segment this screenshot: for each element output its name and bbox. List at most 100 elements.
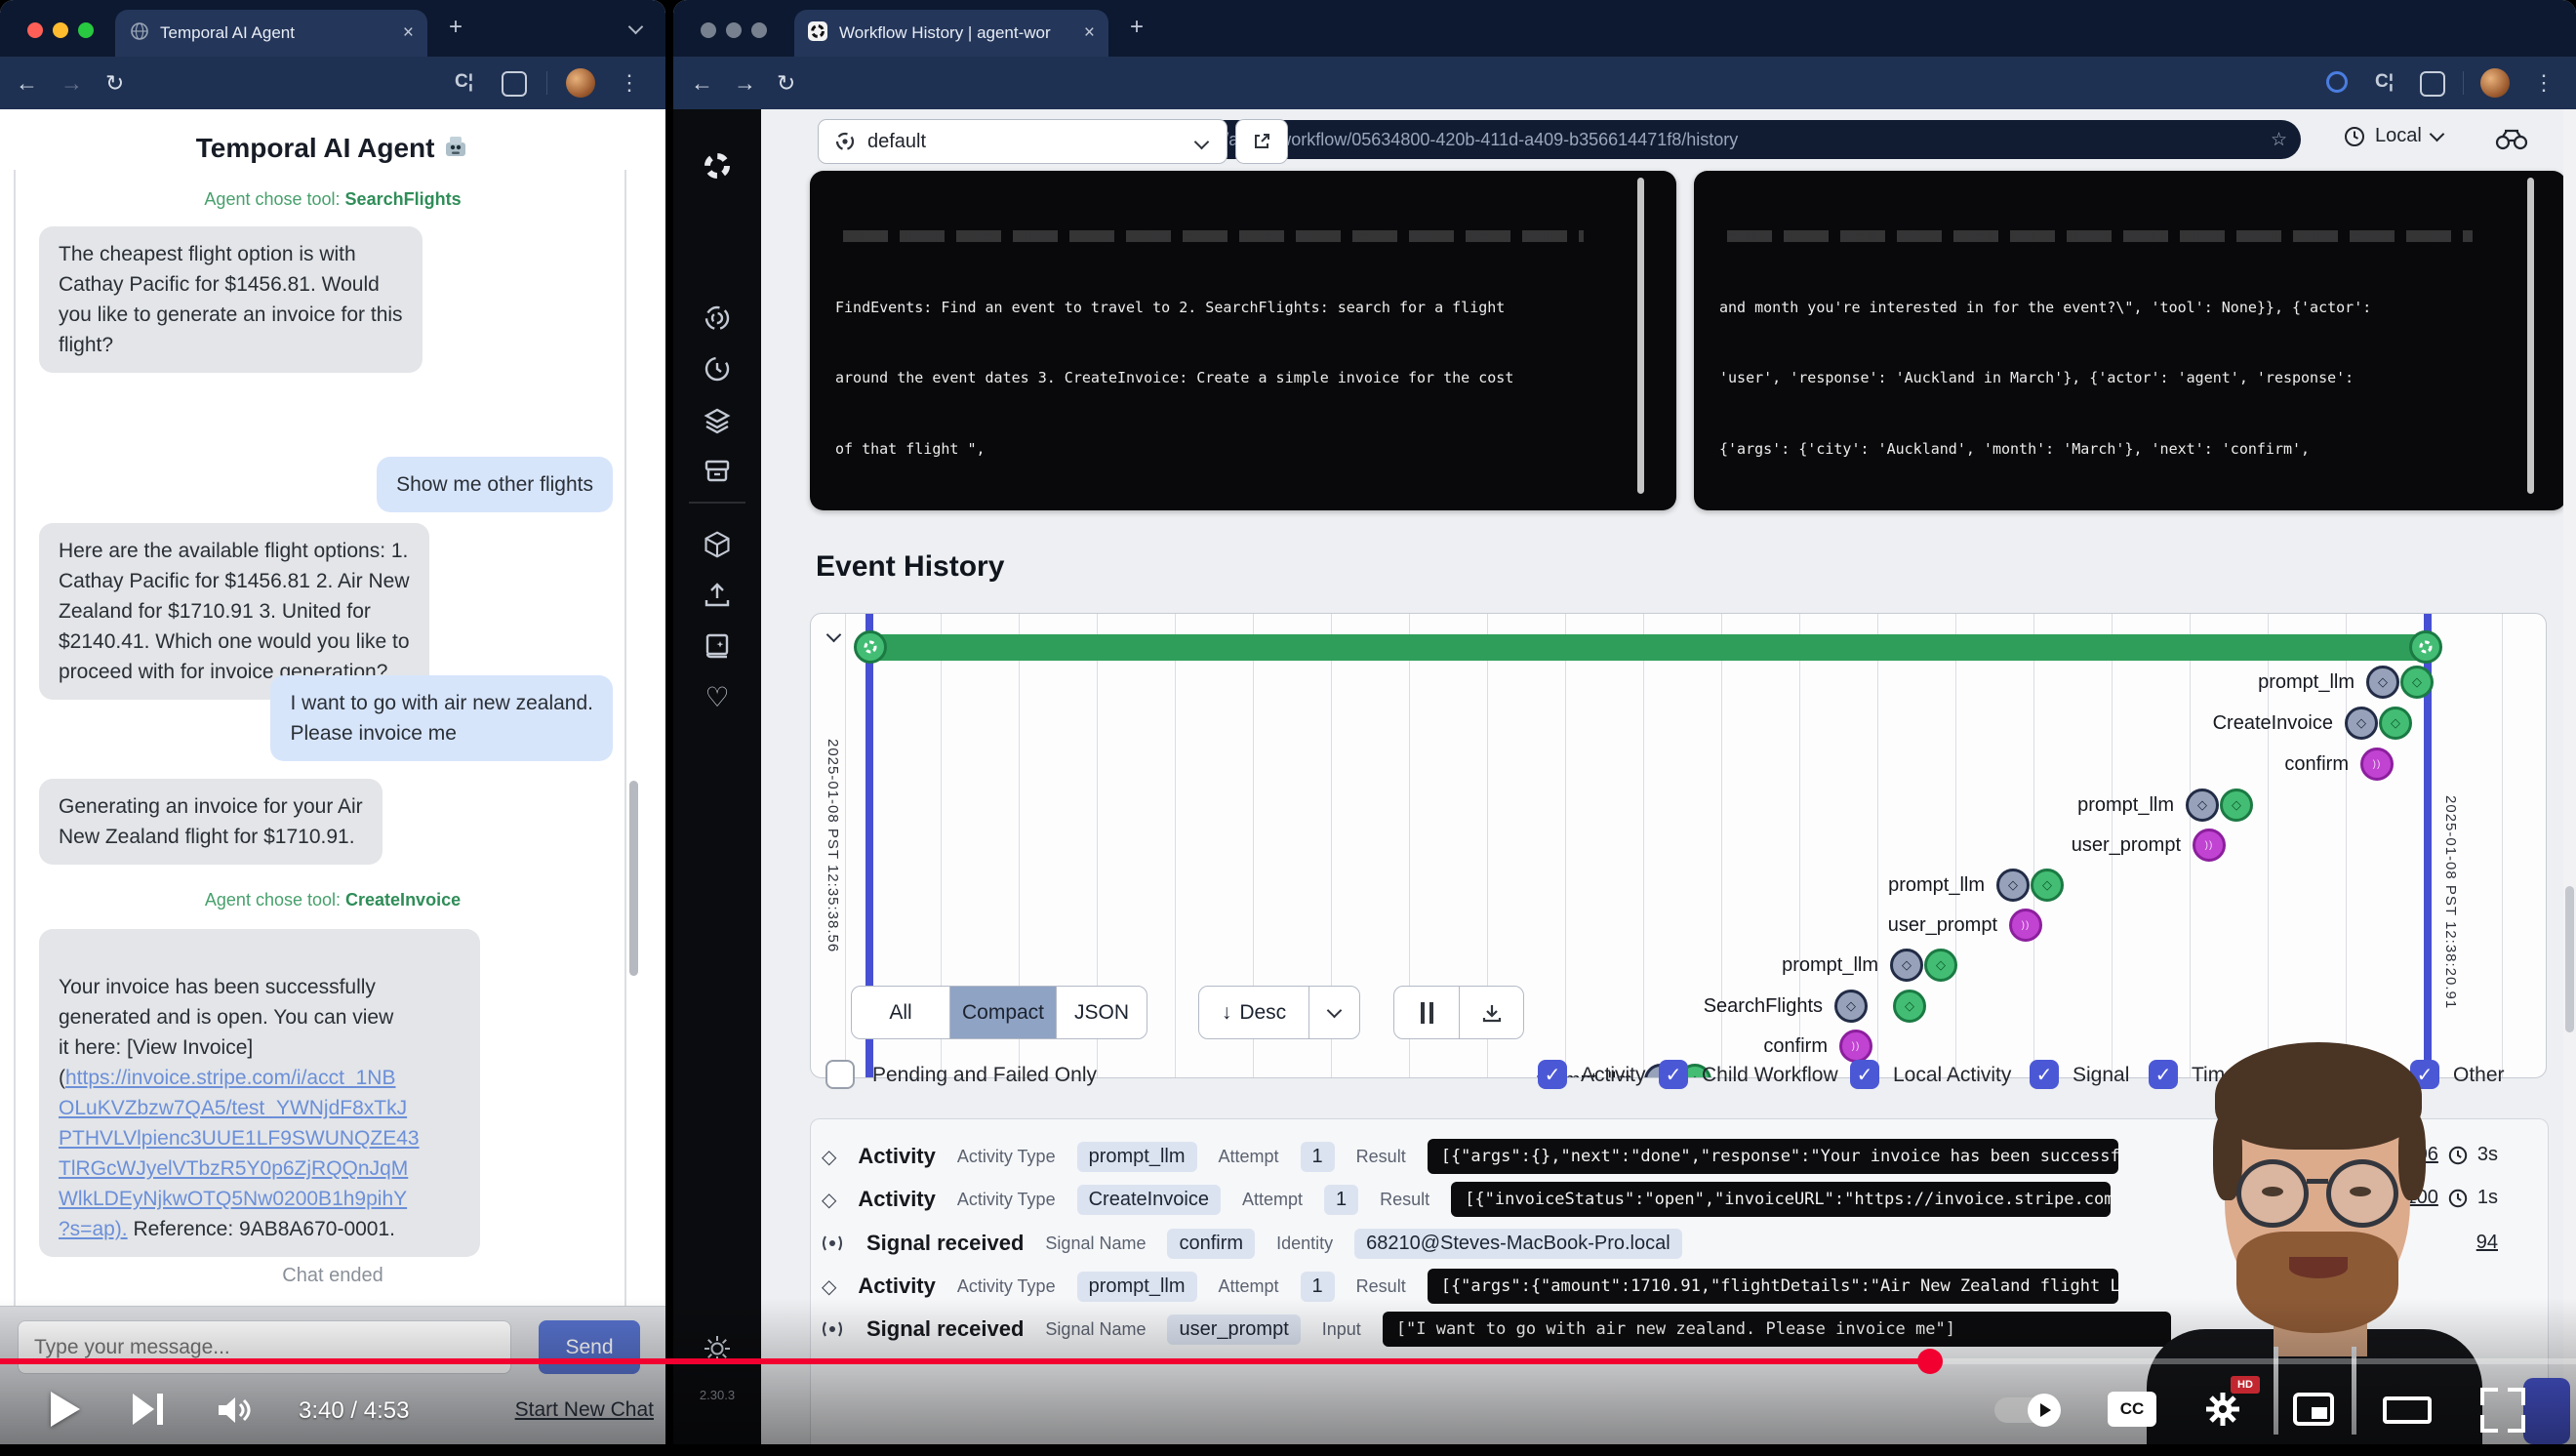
zoom-traffic-light[interactable] (78, 22, 94, 38)
bookmark-star-icon[interactable]: ☆ (2271, 129, 2287, 151)
timeline-event[interactable]: confirm)) (2284, 748, 2394, 781)
timeline-event[interactable]: SearchFlights◇◇ (1704, 990, 1926, 1023)
view-compact-button[interactable]: Compact (949, 987, 1057, 1038)
open-in-new-button[interactable] (1235, 119, 1288, 164)
presenter-eye (2350, 1187, 2371, 1196)
timezone-select[interactable]: Local (2344, 125, 2442, 147)
workflow-start-icon[interactable] (854, 630, 887, 664)
labs-book-icon[interactable] (700, 628, 735, 664)
password-extension-icon[interactable]: C¦ (455, 71, 473, 93)
tab-search-chevron-icon[interactable] (628, 20, 644, 35)
collapse-chevron-icon[interactable] (826, 627, 842, 643)
timeline-event[interactable]: user_prompt)) (2072, 829, 2226, 862)
forward-icon[interactable]: → (60, 70, 83, 97)
import-upload-icon[interactable] (700, 578, 735, 613)
invoice-link[interactable]: https://invoice.stripe.com/i/acct_1NB OL… (59, 1067, 420, 1240)
forward-icon[interactable]: → (734, 70, 756, 97)
page-scrollbar-thumb[interactable] (2565, 886, 2574, 1032)
namespaces-icon[interactable] (700, 301, 735, 336)
workflow-input-code-panel[interactable]: FindEvents: Find an event to travel to 2… (810, 171, 1676, 510)
data-encoder-binoculars-icon[interactable] (2494, 123, 2529, 157)
diamond-icon: ◇ (822, 1145, 836, 1169)
schedules-clock-icon[interactable] (700, 351, 735, 386)
reload-icon[interactable]: ↻ (777, 70, 795, 97)
chat-page: Temporal AI Agent Agent chose tool: Sear… (0, 109, 665, 1306)
event-row-activity[interactable]: ◇ Activity Activity Type prompt_llm Atte… (822, 1135, 2118, 1178)
view-all-button[interactable]: All (852, 987, 949, 1038)
volume-icon[interactable] (217, 1395, 252, 1430)
fullscreen-button[interactable] (2480, 1388, 2525, 1433)
reload-icon[interactable]: ↻ (105, 70, 124, 97)
sort-desc-button[interactable]: ↓Desc (1199, 987, 1308, 1038)
back-icon[interactable]: ← (691, 70, 713, 97)
namespace-select[interactable]: default (818, 119, 1228, 164)
event-row-signal[interactable]: Signal received Signal Name confirm Iden… (820, 1222, 1682, 1265)
theater-mode-button[interactable] (2383, 1396, 2432, 1424)
timeline-event[interactable]: CreateInvoice◇◇ (2213, 707, 2412, 740)
toolbar-divider (2463, 71, 2464, 95)
download-button[interactable] (1459, 987, 1523, 1038)
activity-completed-icon: ◇ (2379, 707, 2412, 740)
autoplay-toggle[interactable] (1994, 1397, 2059, 1423)
deployments-layers-icon[interactable] (700, 402, 735, 437)
captions-button[interactable]: CC (2108, 1392, 2156, 1427)
tab-workflow-history[interactable]: Workflow History | agent-wor × (794, 10, 1108, 57)
sort-options-chevron[interactable] (1308, 987, 1359, 1038)
password-extension-icon[interactable]: C¦ (2375, 71, 2394, 93)
pending-failed-checkbox[interactable] (825, 1060, 855, 1089)
tab-close-icon[interactable]: × (403, 22, 414, 44)
sidebar-divider (689, 502, 745, 504)
timeline-event[interactable]: prompt_llm◇◇ (1888, 869, 2064, 902)
miniplayer-button[interactable] (2293, 1393, 2334, 1426)
zoom-traffic-light[interactable] (751, 22, 767, 38)
new-tab-button[interactable]: + (1130, 14, 1144, 41)
extensions-icon[interactable] (2420, 71, 2445, 97)
minimize-traffic-light[interactable] (53, 22, 68, 38)
next-button[interactable] (133, 1394, 163, 1425)
filter-checkbox-local-activity[interactable]: ✓ (1850, 1060, 1879, 1089)
event-row-activity[interactable]: ◇ Activity Activity Type CreateInvoice A… (822, 1178, 2111, 1221)
filter-checkbox-child-workflow[interactable]: ✓ (1659, 1060, 1688, 1089)
batch-archive-icon[interactable] (700, 453, 735, 488)
back-icon[interactable]: ← (16, 70, 38, 97)
tab-temporal-ai-agent[interactable]: Temporal AI Agent × (115, 10, 427, 57)
browser-menu-kebab-icon[interactable]: ⋮ (619, 70, 640, 96)
activity-completed-icon: ◇ (2031, 869, 2064, 902)
chevron-down-icon (1194, 134, 1210, 149)
filter-checkbox-signal[interactable]: ✓ (2030, 1060, 2059, 1089)
new-tab-button[interactable]: + (449, 14, 463, 41)
time-display: 3:40 / 4:53 (299, 1397, 409, 1425)
workflow-result-code-panel[interactable]: and month you're interested in for the e… (1694, 171, 2566, 510)
extensions-icon[interactable] (502, 71, 527, 97)
feedback-heart-icon[interactable]: ♡ (700, 679, 735, 714)
browser-menu-kebab-icon[interactable]: ⋮ (2533, 70, 2555, 96)
timeline-event[interactable]: prompt_llm◇◇ (2077, 789, 2253, 822)
clock-icon (2344, 126, 2365, 147)
timeline-event[interactable]: confirm)) (1763, 1030, 1872, 1063)
namespace-icon (834, 131, 856, 152)
nexus-cube-icon[interactable] (700, 527, 735, 562)
profile-avatar[interactable] (566, 68, 595, 98)
close-traffic-light[interactable] (701, 22, 716, 38)
filter-checkbox-activity[interactable]: ✓ (1538, 1060, 1567, 1089)
profile-avatar[interactable] (2480, 68, 2510, 98)
onepassword-extension-icon[interactable] (2326, 71, 2348, 93)
settings-gear-icon[interactable] (2203, 1390, 2242, 1434)
code-panel-scrollbar[interactable] (1637, 178, 1644, 494)
temporal-logo-icon[interactable] (700, 148, 735, 183)
play-button[interactable] (51, 1392, 80, 1427)
timeline-event[interactable]: user_prompt)) (1888, 909, 2042, 942)
code-panel-scrollbar[interactable] (2527, 178, 2534, 494)
timeline-event[interactable]: prompt_llm◇◇ (2258, 666, 2434, 699)
page-title: Temporal AI Agent (0, 133, 665, 167)
tab-close-icon[interactable]: × (1084, 22, 1095, 44)
workflow-execution-bar[interactable] (869, 634, 2432, 661)
pause-button[interactable] (1394, 987, 1459, 1038)
view-json-button[interactable]: JSON (1057, 987, 1147, 1038)
workflow-end-icon[interactable] (2409, 630, 2442, 664)
chat-scrollbar-thumb[interactable] (629, 781, 638, 976)
timeline-event[interactable]: prompt_llm◇◇ (1782, 949, 1957, 982)
progress-scrubber[interactable] (1917, 1349, 1943, 1374)
minimize-traffic-light[interactable] (726, 22, 742, 38)
close-traffic-light[interactable] (27, 22, 43, 38)
